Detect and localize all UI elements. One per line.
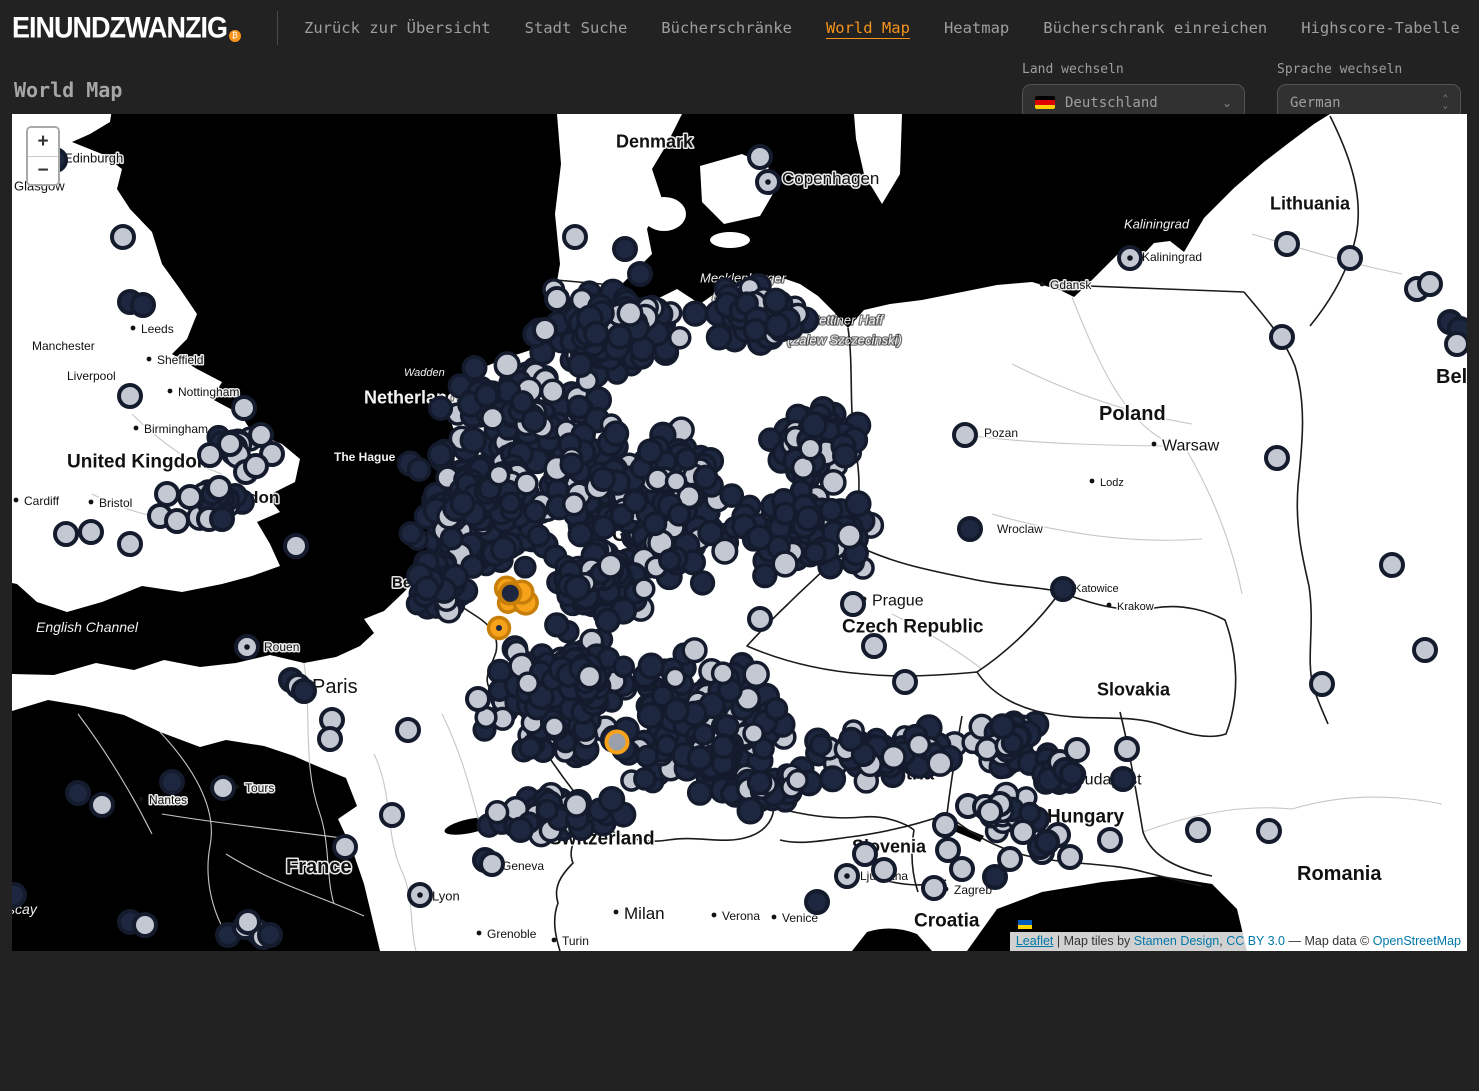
svg-text:Kaliningrad: Kaliningrad	[1124, 217, 1190, 232]
map-canvas: Denmark Lithuania Poland Belarus United King…	[12, 114, 1467, 951]
svg-text:Denmark: Denmark	[616, 131, 694, 151]
attribution-separator: |	[1053, 934, 1063, 948]
nav-item-heatmap[interactable]: Heatmap	[944, 19, 1009, 37]
svg-text:Grenoble: Grenoble	[487, 927, 537, 941]
svg-text:(Zalew Szczecinski): (Zalew Szczecinski)	[787, 333, 902, 348]
svg-text:Milan: Milan	[624, 904, 665, 923]
svg-text:Lithuania: Lithuania	[1270, 193, 1351, 213]
nav-item-buecherschraenke[interactable]: Bücherschränke	[661, 19, 792, 37]
zoom-in-button[interactable]: +	[28, 128, 58, 156]
svg-text:Wadden: Wadden	[404, 367, 445, 379]
svg-text:Copenhagen: Copenhagen	[782, 169, 879, 188]
svg-text:Nottingham: Nottingham	[178, 385, 239, 399]
zoom-out-button[interactable]: −	[28, 156, 58, 184]
cc-link[interactable]: CC BY 3.0	[1226, 934, 1285, 948]
svg-text:Lodz: Lodz	[1100, 477, 1124, 489]
svg-text:Manchester: Manchester	[32, 339, 95, 353]
app-header: EINUNDZWANZIG ₿ Zurück zur Übersicht Sta…	[0, 0, 1479, 48]
svg-text:Croatia: Croatia	[914, 911, 980, 932]
svg-text:Nantes: Nantes	[149, 793, 187, 807]
language-select-value: German	[1290, 95, 1341, 111]
language-select-label: Sprache wechseln	[1277, 62, 1461, 77]
germany-flag-icon	[1035, 96, 1055, 109]
svg-text:Turin: Turin	[562, 934, 589, 948]
svg-text:Verona: Verona	[722, 909, 760, 923]
attribution-mapdata-text: — Map data ©	[1285, 934, 1373, 948]
svg-text:Gdansk: Gdansk	[1050, 278, 1092, 292]
chevron-updown-icon: ⌃⌄	[1443, 96, 1448, 110]
svg-text:Wroclaw: Wroclaw	[997, 522, 1043, 536]
einundzwanzig-logo[interactable]: EINUNDZWANZIG ₿	[12, 13, 241, 44]
svg-text:English Channel: English Channel	[36, 619, 139, 635]
svg-text:Belarus: Belarus	[1436, 366, 1467, 388]
svg-text:The Hague: The Hague	[334, 450, 396, 464]
country-select-group: Land wechseln Deutschland ⌄	[1022, 62, 1245, 121]
country-select-value: Deutschland	[1065, 95, 1158, 111]
svg-text:Paris: Paris	[312, 676, 358, 698]
stamen-link[interactable]: Stamen Design	[1134, 934, 1219, 948]
svg-text:Leeds: Leeds	[141, 322, 174, 336]
nav-item-uebersicht[interactable]: Zurück zur Übersicht	[304, 19, 491, 37]
svg-text:Pozan: Pozan	[984, 426, 1018, 440]
svg-text:Sheffield: Sheffield	[157, 353, 203, 367]
svg-text:Warsaw: Warsaw	[1162, 438, 1220, 455]
logo-text: EINUNDZWANZIG	[12, 11, 227, 44]
svg-text:Liverpool: Liverpool	[67, 369, 116, 383]
svg-text:Birmingham: Birmingham	[144, 422, 208, 436]
svg-text:Katowice: Katowice	[1074, 583, 1119, 595]
svg-text:Tours: Tours	[245, 781, 274, 795]
country-select-label: Land wechseln	[1022, 62, 1245, 77]
ukraine-flag-icon	[1018, 920, 1032, 929]
svg-text:Poland: Poland	[1099, 403, 1166, 425]
svg-text:Edinburgh: Edinburgh	[64, 151, 123, 166]
svg-text:Kaliningrad: Kaliningrad	[1142, 250, 1202, 264]
header-divider	[277, 11, 278, 45]
nav-item-einreichen[interactable]: Bücherschrank einreichen	[1043, 19, 1267, 37]
bitcoin-icon: ₿	[229, 30, 241, 42]
svg-text:Krakow: Krakow	[1117, 601, 1154, 613]
svg-text:United Kingdom: United Kingdom	[67, 452, 214, 473]
attribution-tiles-text: Map tiles by	[1064, 934, 1134, 948]
language-select-group: Sprache wechseln German ⌃⌄	[1277, 62, 1461, 121]
main-nav: Zurück zur Übersicht Stadt Suche Büchers…	[304, 19, 1460, 37]
svg-text:Lyon: Lyon	[432, 889, 460, 904]
osm-link[interactable]: OpenStreetMap	[1373, 934, 1461, 948]
svg-text:Cardiff: Cardiff	[24, 494, 60, 508]
svg-text:Slovakia: Slovakia	[1097, 679, 1171, 699]
nav-item-stadt-suche[interactable]: Stadt Suche	[525, 19, 628, 37]
svg-text:Bristol: Bristol	[99, 496, 132, 510]
svg-text:Czech Republic: Czech Republic	[842, 617, 984, 638]
map-attribution: Leaflet | Map tiles by Stamen Design, CC…	[1010, 932, 1467, 951]
header-controls: Land wechseln Deutschland ⌄ Sprache wech…	[1022, 62, 1461, 121]
svg-text:Prague: Prague	[872, 593, 924, 610]
svg-text:Geneva: Geneva	[502, 859, 544, 873]
zoom-control: + −	[26, 126, 60, 186]
leaflet-link[interactable]: Leaflet	[1016, 934, 1054, 948]
world-map[interactable]: Denmark Lithuania Poland Belarus United King…	[12, 114, 1467, 951]
nav-item-world-map[interactable]: World Map	[826, 19, 910, 37]
chevron-down-icon: ⌄	[1222, 96, 1232, 110]
nav-item-highscore[interactable]: Highscore-Tabelle	[1301, 19, 1460, 37]
svg-text:Rouen: Rouen	[264, 640, 299, 654]
svg-text:Romania: Romania	[1297, 863, 1382, 885]
